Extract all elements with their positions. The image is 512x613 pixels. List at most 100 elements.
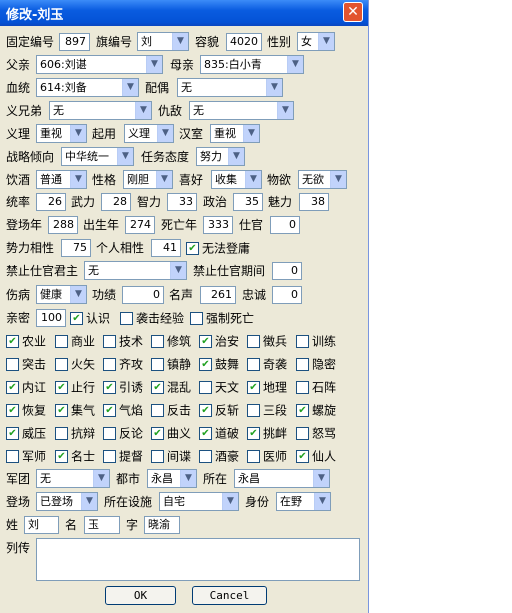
gender-select[interactable]: 女 ▼ xyxy=(297,32,335,51)
edit-officer-dialog: 修改-刘玉 ✕ 固定编号 897 旗编号 刘 ▼ 容貌 4020 性别 女 ▼ 父亲… xyxy=(0,0,369,613)
skill-checkbox[interactable]: ✔ 引诱 xyxy=(103,380,143,396)
location-select[interactable]: 永昌 ▼ xyxy=(234,469,330,488)
hobby-select[interactable]: 收集 ▼ xyxy=(211,170,262,189)
cha-field[interactable]: 38 xyxy=(299,193,329,211)
skill-checkbox[interactable]: ✔ 内讧 xyxy=(6,380,46,396)
skill-checkbox[interactable]: 医师 xyxy=(247,449,287,465)
force-affinity-field[interactable]: 75 xyxy=(61,239,91,257)
skill-checkbox[interactable]: ✔ 农业 xyxy=(6,334,46,350)
enemy-select[interactable]: 无 ▼ xyxy=(189,101,294,120)
death-year-field[interactable]: 333 xyxy=(203,216,233,234)
facility-select[interactable]: 自宅 ▼ xyxy=(159,492,239,511)
appear-status-select[interactable]: 已登场 ▼ xyxy=(36,492,98,511)
given-name-field[interactable]: 玉 xyxy=(84,516,120,534)
loyalty-select[interactable]: 重视 ▼ xyxy=(36,124,87,143)
spouse-select[interactable]: 无 ▼ xyxy=(177,78,283,97)
army-select[interactable]: 无 ▼ xyxy=(36,469,110,488)
skill-checkbox[interactable]: ✔ 名士 xyxy=(55,449,95,465)
skill-checkbox[interactable]: 火矢 xyxy=(55,357,95,373)
int-field[interactable]: 33 xyxy=(167,193,197,211)
skill-checkbox[interactable]: ✔ 威压 xyxy=(6,426,46,442)
skill-checkbox[interactable]: 训练 xyxy=(296,334,336,350)
skill-checkbox[interactable]: 石阵 xyxy=(296,380,336,396)
skill-checkbox[interactable]: 技术 xyxy=(103,334,143,350)
mother-select[interactable]: 835:白小青 ▼ xyxy=(200,55,304,74)
recognize-checkbox[interactable]: ✔ 认识 xyxy=(70,311,110,327)
blood-select[interactable]: 614:刘备 ▼ xyxy=(36,78,139,97)
han-select[interactable]: 重视 ▼ xyxy=(210,124,260,143)
skill-checkbox[interactable]: 酒豪 xyxy=(199,449,239,465)
skill-checkbox[interactable]: 反论 xyxy=(103,426,143,442)
skill-checkbox[interactable]: 齐攻 xyxy=(103,357,143,373)
skill-checkbox[interactable]: ✔ 地理 xyxy=(247,380,287,396)
no-appear-checkbox[interactable]: ✔ 无法登庸 xyxy=(186,241,250,257)
skill-checkbox[interactable]: 天文 xyxy=(199,380,239,396)
strategy-select[interactable]: 中华统一 ▼ xyxy=(61,147,134,166)
skill-checkbox[interactable]: ✔ 气焰 xyxy=(103,403,143,419)
desire-select[interactable]: 无欲 ▼ xyxy=(298,170,347,189)
skill-checkbox[interactable]: ✔ 道破 xyxy=(199,426,239,442)
forbid-period-field[interactable]: 0 xyxy=(272,262,302,280)
skill-checkbox[interactable]: 突击 xyxy=(6,357,46,373)
sworn-select[interactable]: 无 ▼ xyxy=(49,101,152,120)
skill-checkbox[interactable]: ✔ 挑衅 xyxy=(247,426,287,442)
forced-death-checkbox[interactable]: 强制死亡 xyxy=(190,311,254,327)
birth-year-field[interactable]: 274 xyxy=(125,216,155,234)
fixed-id-field[interactable]: 897 xyxy=(59,33,90,51)
skill-checkbox[interactable]: ✔ 仙人 xyxy=(296,449,336,465)
bio-textarea[interactable] xyxy=(36,538,360,581)
fame-field[interactable]: 261 xyxy=(200,286,236,304)
duty-select[interactable]: 努力 ▼ xyxy=(196,147,245,166)
skill-checkbox[interactable]: 抗辩 xyxy=(55,426,95,442)
skill-checkbox[interactable]: 怒骂 xyxy=(296,426,336,442)
skill-checkbox[interactable]: 修筑 xyxy=(151,334,191,350)
city-select[interactable]: 永昌 ▼ xyxy=(147,469,197,488)
merit-field[interactable]: 0 xyxy=(122,286,164,304)
forbid-lord-select[interactable]: 无 ▼ xyxy=(84,261,187,280)
office-field[interactable]: 0 xyxy=(270,216,300,234)
appoint-select[interactable]: 义理 ▼ xyxy=(124,124,174,143)
close-icon[interactable]: ✕ xyxy=(343,2,363,22)
war-field[interactable]: 28 xyxy=(101,193,131,211)
skill-checkbox[interactable]: ✔ 曲义 xyxy=(151,426,191,442)
skill-checkbox[interactable]: 三段 xyxy=(247,403,287,419)
injury-select[interactable]: 健康 ▼ xyxy=(36,285,87,304)
skill-checkbox[interactable]: ✔ 集气 xyxy=(55,403,95,419)
appear-year-field[interactable]: 288 xyxy=(48,216,78,234)
rank-select[interactable]: 在野 ▼ xyxy=(276,492,331,511)
raid-exp-checkbox[interactable]: 袭击经验 xyxy=(120,311,184,327)
skill-checkbox[interactable]: 军师 xyxy=(6,449,46,465)
loyal-field[interactable]: 0 xyxy=(272,286,302,304)
skill-checkbox[interactable]: ✔ 止行 xyxy=(55,380,95,396)
skill-checkbox[interactable]: 奇袭 xyxy=(247,357,287,373)
skill-checkbox[interactable]: ✔ 螺旋 xyxy=(296,403,336,419)
skill-checkbox[interactable]: ✔ 反斩 xyxy=(199,403,239,419)
personality-select[interactable]: 刚胆 ▼ xyxy=(123,170,173,189)
ok-button[interactable]: OK xyxy=(105,586,176,605)
father-select[interactable]: 606:刘谌 ▼ xyxy=(36,55,163,74)
skill-checkbox[interactable]: 反击 xyxy=(151,403,191,419)
diet-select[interactable]: 普通 ▼ xyxy=(36,170,87,189)
appearance-field[interactable]: 4020 xyxy=(226,33,262,51)
skill-checkbox[interactable]: 商业 xyxy=(55,334,95,350)
skill-checkbox[interactable]: ✔ 恢复 xyxy=(6,403,46,419)
skill-label: 农业 xyxy=(22,334,47,349)
cancel-button[interactable]: Cancel xyxy=(192,586,267,605)
pol-field[interactable]: 35 xyxy=(233,193,263,211)
skill-checkbox[interactable]: ✔ 鼓舞 xyxy=(199,357,239,373)
skill-checkbox[interactable]: 间谍 xyxy=(151,449,191,465)
skill-checkbox[interactable]: 提督 xyxy=(103,449,143,465)
skill-checkbox[interactable]: ✔ 治安 xyxy=(199,334,239,350)
fixed-id-label: 固定编号 xyxy=(6,35,55,49)
skill-checkbox[interactable]: 徵兵 xyxy=(247,334,287,350)
personal-affinity-field[interactable]: 41 xyxy=(151,239,181,257)
flag-id-select[interactable]: 刘 ▼ xyxy=(137,32,189,51)
surname-field[interactable]: 刘 xyxy=(24,516,59,534)
injury-label: 伤病 xyxy=(6,288,31,302)
skill-checkbox[interactable]: 镇静 xyxy=(151,357,191,373)
skill-checkbox[interactable]: ✔ 混乱 xyxy=(151,380,191,396)
kin-field[interactable]: 100 xyxy=(36,309,66,327)
style-name-field[interactable]: 晓渝 xyxy=(144,516,180,534)
lead-field[interactable]: 26 xyxy=(36,193,66,211)
skill-checkbox[interactable]: 隐密 xyxy=(296,357,336,373)
